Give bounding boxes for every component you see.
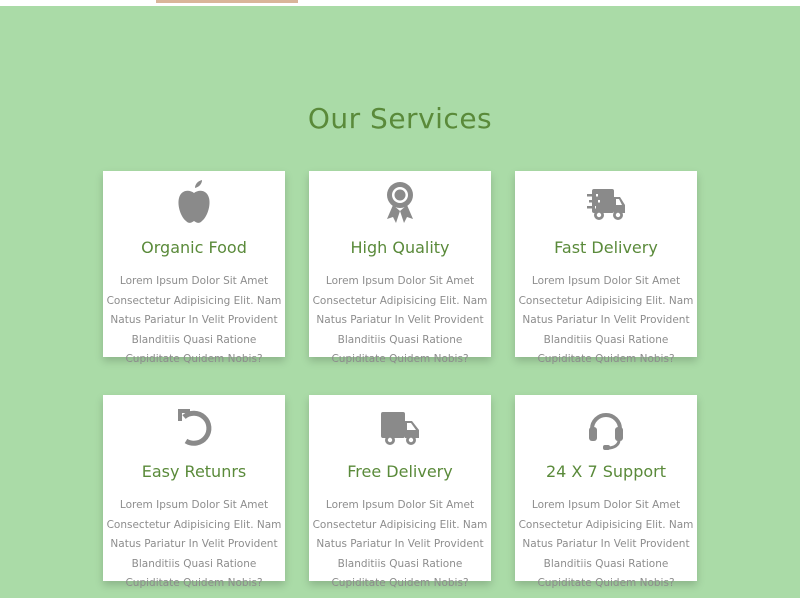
service-card-fast-delivery[interactable]: Fast Delivery Lorem Ipsum Dolor Sit Amet… <box>515 171 697 365</box>
card-description: Lorem Ipsum Dolor Sit Amet Consectetur A… <box>312 275 488 365</box>
undo-arrow-icon <box>174 403 214 451</box>
card-description: Lorem Ipsum Dolor Sit Amet Consectetur A… <box>106 275 282 365</box>
card-title: 24 X 7 Support <box>545 462 666 481</box>
card-description: Lorem Ipsum Dolor Sit Amet Consectetur A… <box>312 499 488 589</box>
shipping-fast-truck-icon <box>586 179 626 227</box>
card-description: Lorem Ipsum Dolor Sit Amet Consectetur A… <box>106 499 282 589</box>
award-ribbon-icon <box>380 179 420 227</box>
card-description: Lorem Ipsum Dolor Sit Amet Consectetur A… <box>518 275 694 365</box>
card-title: Easy Retunrs <box>141 462 247 481</box>
header-nav-tab[interactable] <box>156 0 298 3</box>
section-title: Our Services <box>307 102 493 135</box>
headset-icon <box>586 403 626 451</box>
delivery-truck-icon <box>380 403 420 451</box>
service-card-organic-food[interactable]: Organic Food Lorem Ipsum Dolor Sit Amet … <box>103 171 285 365</box>
card-title: Free Delivery <box>347 462 453 481</box>
service-card-free-delivery[interactable]: Free Delivery Lorem Ipsum Dolor Sit Amet… <box>309 395 491 589</box>
service-card-support[interactable]: 24 X 7 Support Lorem Ipsum Dolor Sit Ame… <box>515 395 697 589</box>
card-title: High Quality <box>350 238 450 257</box>
service-card-high-quality[interactable]: High Quality Lorem Ipsum Dolor Sit Amet … <box>309 171 491 365</box>
card-description: Lorem Ipsum Dolor Sit Amet Consectetur A… <box>518 499 694 589</box>
card-title: Organic Food <box>141 238 247 257</box>
service-card-easy-returns[interactable]: Easy Retunrs Lorem Ipsum Dolor Sit Amet … <box>103 395 285 589</box>
card-title: Fast Delivery <box>554 238 658 257</box>
apple-icon <box>174 179 214 227</box>
